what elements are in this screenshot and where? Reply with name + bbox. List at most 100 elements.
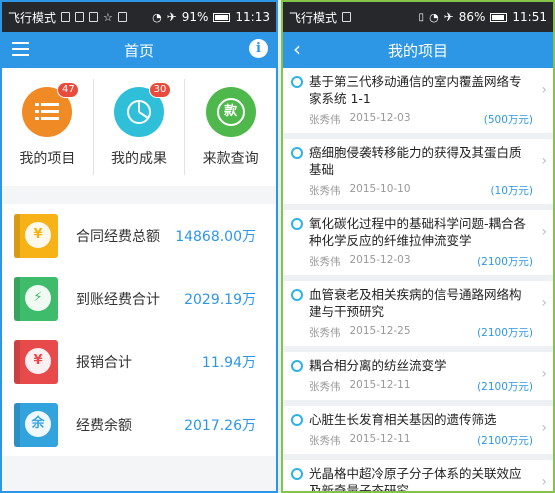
project-title: 耦合相分离的纺丝流变学: [309, 358, 447, 373]
project-amount: (10万元): [490, 185, 533, 197]
project-item[interactable]: 血管衰老及相关疾病的信号通路网络构建与干预研究张秀伟 2015-12-25 (210…: [283, 281, 553, 352]
chevron-right-icon: ›: [541, 474, 547, 490]
sim-icon: [117, 12, 127, 22]
receipt-icon: ¥: [14, 339, 58, 384]
project-date: 2015-12-11: [349, 379, 411, 391]
finance-value: 14868.00万: [175, 228, 256, 245]
project-owner: 张秀伟: [309, 435, 341, 447]
chevron-right-icon: ›: [541, 295, 547, 311]
status-bar: 飞行模式 ▯ ◔ ✈ 86% 11:51: [283, 2, 553, 32]
vibrate-icon: ▯: [418, 11, 425, 23]
finance-summary-list: ¥ 合同经费总额 14868.00万 ⚡ 到账经费合计 2029.19万 ¥ 报…: [2, 204, 276, 456]
chevron-right-icon: ›: [541, 153, 547, 169]
project-owner: 张秀伟: [309, 185, 341, 197]
chevron-right-icon: ›: [541, 224, 547, 240]
image-icon: [75, 12, 85, 22]
project-amount: (2100万元): [477, 256, 533, 268]
page-title: 首页: [123, 41, 154, 60]
wifi-icon: ◔: [429, 10, 439, 24]
battery-icon: [213, 12, 231, 22]
project-date: 2015-12-03: [349, 254, 411, 266]
timeline-dot: [291, 147, 303, 159]
project-amount: (2100万元): [477, 435, 533, 447]
battery-icon: [490, 12, 508, 22]
project-list: 基于第三代移动通信的室内覆盖网络专家系统 1-1 张秀伟 2015-12-03 (50…: [283, 68, 553, 493]
message-icon: [89, 12, 99, 22]
finance-label: 合同经费总额: [76, 228, 160, 245]
project-title: 血管衰老及相关疾病的信号通路网络构建与干预研究: [309, 287, 522, 319]
project-owner: 张秀伟: [309, 256, 341, 268]
clock: 11:13: [235, 10, 270, 24]
menu-icon[interactable]: [12, 42, 29, 56]
project-title: 癌细胞侵袭转移能力的获得及其蛋白质基础: [309, 145, 522, 177]
finance-row-contract-total[interactable]: ¥ 合同经费总额 14868.00万: [2, 204, 276, 267]
airplane-mode-label: 飞行模式: [289, 10, 338, 25]
project-title: 光晶格中超冷原子分子体系的关联效应及新奇量子态研究: [309, 466, 522, 493]
finance-row-balance[interactable]: 余 经费余额 2017.26万: [2, 393, 276, 456]
count-badge: 47: [57, 81, 80, 98]
back-arrow-icon[interactable]: ‹: [293, 39, 301, 59]
quick-item-my-projects[interactable]: 47 我的项目: [2, 79, 94, 175]
finance-label: 报销合计: [76, 354, 132, 371]
finance-row-received-total[interactable]: ⚡ 到账经费合计 2029.19万: [2, 267, 276, 330]
project-item[interactable]: 氧化碳化过程中的基础科学问题-耦合各种化学反应的纤维拉伸流变学张秀伟 2015-1…: [283, 210, 553, 281]
quick-item-label: 我的成果: [111, 150, 167, 167]
airplane-icon: ✈: [443, 10, 454, 24]
project-item[interactable]: 耦合相分离的纺丝流变学 张秀伟 2015-12-11 (2100万元) ›: [283, 352, 553, 406]
quick-item-label: 来款查询: [202, 150, 259, 167]
finance-row-reimbursement-total[interactable]: ¥ 报销合计 11.94万: [2, 330, 276, 393]
money-bag-icon: ¥: [14, 213, 58, 258]
finance-value: 11.94万: [201, 354, 256, 371]
airplane-icon: ✈: [166, 10, 177, 24]
project-amount: (2100万元): [477, 327, 533, 339]
project-meta: 张秀伟 2015-10-10 (10万元): [309, 183, 533, 198]
timeline-dot: [291, 414, 303, 426]
project-meta: 张秀伟 2015-12-11 (2100万元): [309, 433, 533, 448]
wifi-icon: ◔: [152, 10, 162, 24]
page-title: 我的项目: [387, 41, 448, 60]
lightning-icon: ⚡: [14, 276, 58, 321]
project-owner: 张秀伟: [309, 327, 341, 339]
project-title: 基于第三代移动通信的室内覆盖网络专家系统 1-1: [309, 74, 522, 106]
project-item[interactable]: 心脏生长发育相关基因的遗传筛选 张秀伟 2015-12-11 (2100万元) ›: [283, 406, 553, 460]
timeline-dot: [291, 360, 303, 372]
project-meta: 张秀伟 2015-12-03 (2100万元): [309, 254, 533, 269]
finance-value: 2017.26万: [184, 417, 256, 434]
chevron-right-icon: ›: [541, 420, 547, 436]
project-date: 2015-12-25: [349, 325, 411, 337]
notification-icon: [61, 12, 71, 22]
quick-item-payment-query[interactable]: 款 来款查询: [185, 79, 276, 175]
finance-label: 经费余额: [76, 417, 132, 434]
chevron-right-icon: ›: [541, 82, 547, 98]
quick-actions: 47 我的项目 30 我的成果 款 来款查询: [2, 68, 276, 186]
project-item[interactable]: 基于第三代移动通信的室内覆盖网络专家系统 1-1 张秀伟 2015-12-03 (50…: [283, 68, 553, 139]
project-amount: (500万元): [483, 114, 533, 126]
quick-item-my-results[interactable]: 30 我的成果: [94, 79, 186, 175]
project-meta: 张秀伟 2015-12-25 (2100万元): [309, 325, 533, 340]
money-icon: 款: [205, 86, 256, 137]
info-icon[interactable]: i: [249, 39, 268, 58]
airplane-mode-label: 飞行模式: [8, 10, 57, 25]
project-date: 2015-12-11: [349, 433, 411, 445]
project-owner: 张秀伟: [309, 381, 341, 393]
project-title: 心脏生长发育相关基因的遗传筛选: [309, 412, 497, 427]
timeline-dot: [291, 76, 303, 88]
project-meta: 张秀伟 2015-12-03 (500万元): [309, 112, 533, 127]
finance-label: 到账经费合计: [76, 291, 160, 308]
magnifier-icon: 余: [14, 402, 58, 447]
project-item[interactable]: 光晶格中超冷原子分子体系的关联效应及新奇量子态研究 ›: [283, 460, 553, 493]
timeline-dot: [291, 289, 303, 301]
project-item[interactable]: 癌细胞侵袭转移能力的获得及其蛋白质基础张秀伟 2015-10-10 (10万元) ›: [283, 139, 553, 210]
my-projects-screen: 飞行模式 ▯ ◔ ✈ 86% 11:51 ‹ 我的项目 基于第三代移动通信的室内…: [281, 0, 555, 493]
list-icon: 47: [22, 81, 80, 137]
count-badge: 30: [149, 81, 171, 98]
pie-chart-icon: 30: [114, 81, 171, 137]
app-bar: 首页 i: [2, 32, 276, 68]
project-title: 氧化碳化过程中的基础科学问题-耦合各种化学反应的纤维拉伸流变学: [309, 216, 527, 248]
sim-icon: [342, 12, 352, 22]
chevron-right-icon: ›: [541, 366, 547, 382]
project-date: 2015-10-10: [349, 183, 411, 195]
project-date: 2015-12-03: [349, 112, 411, 124]
home-screen: 飞行模式 ☆ ◔ ✈ 91% 11:13 首页 i 47 我的项目 30 我的成…: [0, 0, 278, 493]
project-amount: (2100万元): [477, 381, 533, 393]
